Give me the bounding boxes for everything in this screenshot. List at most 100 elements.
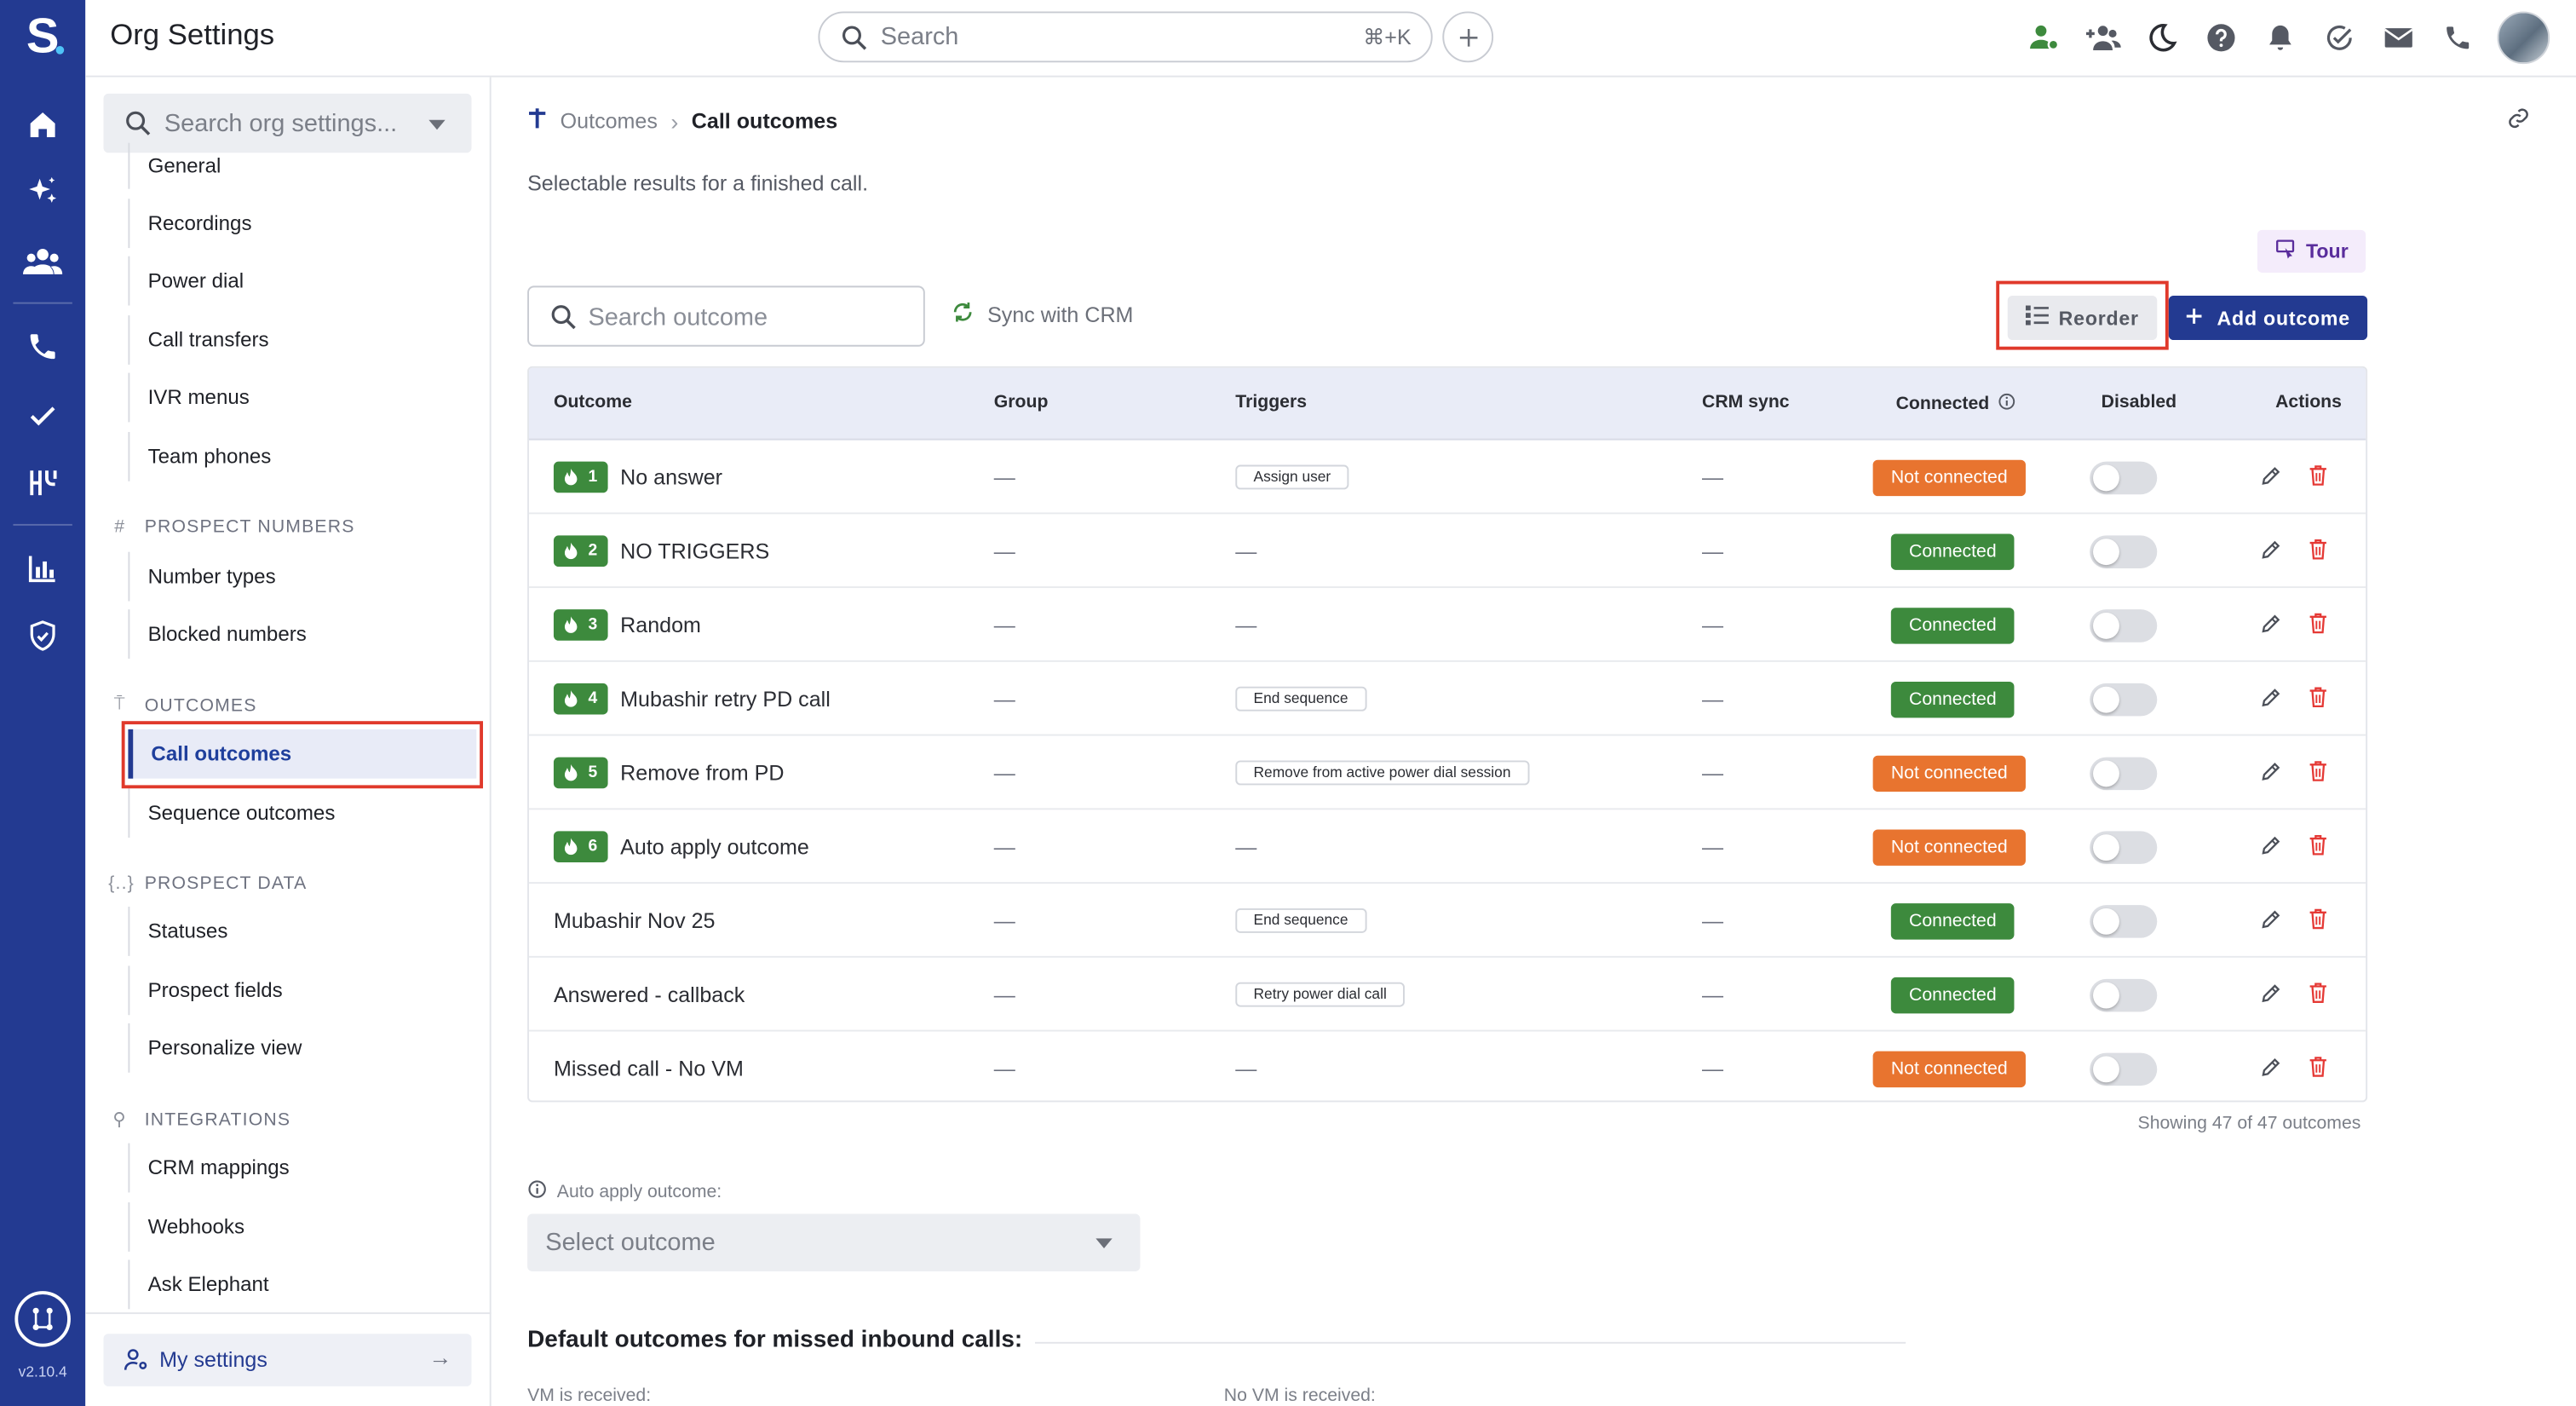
sidebar-item-blocked-numbers[interactable]: Blocked numbers <box>128 609 476 659</box>
sidebar-item-personalize-view[interactable]: Personalize view <box>128 1023 476 1073</box>
col-group[interactable]: Group <box>994 393 1049 412</box>
table-row[interactable]: Mubashir Nov 25 — End sequence — Connected <box>529 884 2366 958</box>
outcome-search-input[interactable] <box>588 300 911 334</box>
disabled-toggle[interactable] <box>2090 977 2158 1011</box>
edit-icon[interactable] <box>2261 1055 2282 1081</box>
mail-icon[interactable] <box>2379 18 2418 57</box>
sidebar-item-recordings[interactable]: Recordings <box>128 199 476 249</box>
user-status-icon[interactable] <box>2024 18 2063 57</box>
crm-sync-cell: — <box>1702 834 1724 860</box>
info-icon[interactable] <box>1998 393 2015 416</box>
disabled-toggle[interactable] <box>2090 682 2158 716</box>
sidebar-item-call-transfers[interactable]: Call transfers <box>128 315 476 365</box>
table-row[interactable]: 3 Random — — — Connected <box>529 588 2366 662</box>
sidebar-item-number-types[interactable]: Number types <box>128 551 476 602</box>
connection-status-badge: Connected <box>1890 680 2015 717</box>
sidebar-item-ivr-menus[interactable]: IVR menus <box>128 372 476 423</box>
table-row[interactable]: 4 Mubashir retry PD call — End sequence — Con… <box>529 662 2366 736</box>
col-disabled[interactable]: Disabled <box>2102 393 2176 412</box>
delete-icon[interactable] <box>2309 760 2328 787</box>
chevron-down-icon[interactable] <box>428 119 446 130</box>
delete-icon[interactable] <box>2309 538 2328 564</box>
check-icon[interactable] <box>23 396 62 435</box>
col-crm-sync[interactable]: CRM sync <box>1702 393 1790 412</box>
delete-icon[interactable] <box>2309 982 2328 1008</box>
edit-icon[interactable] <box>2261 760 2282 787</box>
auto-apply-select[interactable]: Select outcome <box>527 1213 1141 1271</box>
sidebar-item-power-dial[interactable]: Power dial <box>128 256 476 306</box>
shield-icon[interactable] <box>23 616 62 655</box>
bell-icon[interactable] <box>2261 18 2300 57</box>
help-icon[interactable] <box>2201 18 2240 57</box>
sparkles-icon[interactable] <box>23 172 62 211</box>
sidebar-item-prospect-fields[interactable]: Prospect fields <box>128 965 476 1016</box>
team-icon[interactable] <box>23 241 63 280</box>
disabled-toggle[interactable] <box>2090 534 2158 568</box>
home-icon[interactable] <box>23 105 62 144</box>
sidebar-item-team-phones[interactable]: Team phones <box>128 431 476 481</box>
table-row[interactable]: 5 Remove from PD — Remove from active power… <box>529 736 2366 810</box>
disabled-toggle[interactable] <box>2090 830 2158 863</box>
flame-icon <box>564 616 578 633</box>
create-button[interactable] <box>1442 11 1494 63</box>
delete-icon[interactable] <box>2309 464 2328 491</box>
order-number: 4 <box>588 689 598 708</box>
delete-icon[interactable] <box>2309 686 2328 712</box>
disabled-toggle[interactable] <box>2090 904 2158 937</box>
sync-crm-button[interactable]: Sync with CRM <box>952 301 1133 329</box>
call-icon[interactable] <box>2438 18 2477 57</box>
sidebar-item-ask-elephant[interactable]: Ask Elephant <box>128 1259 476 1310</box>
table-row[interactable]: 6 Auto apply outcome — — — Not connected <box>529 810 2366 885</box>
section-outcomes: ⍑ OUTCOMES <box>108 694 256 716</box>
add-outcome-button[interactable]: Add outcome <box>2168 295 2368 341</box>
delete-icon[interactable] <box>2309 833 2328 860</box>
edit-icon[interactable] <box>2261 686 2282 712</box>
link-icon[interactable] <box>2507 107 2530 138</box>
analytics-icon[interactable] <box>23 549 62 588</box>
sidebar-item-general[interactable]: General <box>128 142 476 189</box>
col-outcome[interactable]: Outcome <box>554 393 632 412</box>
support-icon[interactable] <box>14 1291 71 1347</box>
info-icon[interactable] <box>527 1179 547 1204</box>
outcome-search[interactable] <box>527 285 925 347</box>
delete-icon[interactable] <box>2309 612 2328 638</box>
empty-trigger: — <box>1235 1056 1257 1081</box>
sidebar-item-crm-mappings[interactable]: CRM mappings <box>128 1143 476 1193</box>
col-triggers[interactable]: Triggers <box>1235 393 1307 412</box>
avatar[interactable] <box>2497 11 2550 65</box>
table-row[interactable]: Answered - callback — Retry power dial cal… <box>529 958 2366 1032</box>
phone-icon[interactable] <box>23 327 62 366</box>
table-row[interactable]: 1 No answer — Assign user — Not connected <box>529 441 2366 515</box>
col-connected[interactable]: Connected <box>1896 393 2015 416</box>
disabled-toggle[interactable] <box>2090 608 2158 642</box>
tour-button[interactable]: Tour <box>2257 229 2366 273</box>
edit-icon[interactable] <box>2261 833 2282 860</box>
my-settings-button[interactable]: My settings → <box>103 1334 472 1386</box>
user-settings-icon <box>124 1347 150 1381</box>
breadcrumb-parent[interactable]: Outcomes <box>561 108 658 133</box>
delete-icon[interactable] <box>2309 908 2328 934</box>
do-not-disturb-icon[interactable] <box>2142 18 2182 57</box>
edit-icon[interactable] <box>2261 982 2282 1008</box>
table-row[interactable]: 2 NO TRIGGERS — — — Connected <box>529 514 2366 589</box>
table-row[interactable]: Missed call - No VM — — — Not connected <box>529 1032 2366 1101</box>
edit-icon[interactable] <box>2261 908 2282 934</box>
edit-icon[interactable] <box>2261 538 2282 564</box>
crm-sync-cell: — <box>1702 908 1724 933</box>
chevron-right-icon: › <box>670 107 679 135</box>
disabled-toggle[interactable] <box>2090 1052 2158 1086</box>
sidebar-item-webhooks[interactable]: Webhooks <box>128 1202 476 1252</box>
add-team-icon[interactable] <box>2083 18 2122 57</box>
sidebar-item-statuses[interactable]: Statuses <box>128 907 476 956</box>
edit-icon[interactable] <box>2261 464 2282 491</box>
app-logo[interactable]: S <box>0 7 85 69</box>
disabled-toggle[interactable] <box>2090 756 2158 790</box>
sidebar-item-sequence-outcomes[interactable]: Sequence outcomes <box>128 788 476 838</box>
sequences-icon[interactable] <box>23 464 62 503</box>
triggers-cell: — <box>1235 1032 1257 1101</box>
delete-icon[interactable] <box>2309 1055 2328 1081</box>
edit-icon[interactable] <box>2261 612 2282 638</box>
global-search[interactable]: Search ⌘+K <box>818 11 1433 63</box>
tasks-icon[interactable] <box>2320 18 2359 57</box>
disabled-toggle[interactable] <box>2090 460 2158 494</box>
